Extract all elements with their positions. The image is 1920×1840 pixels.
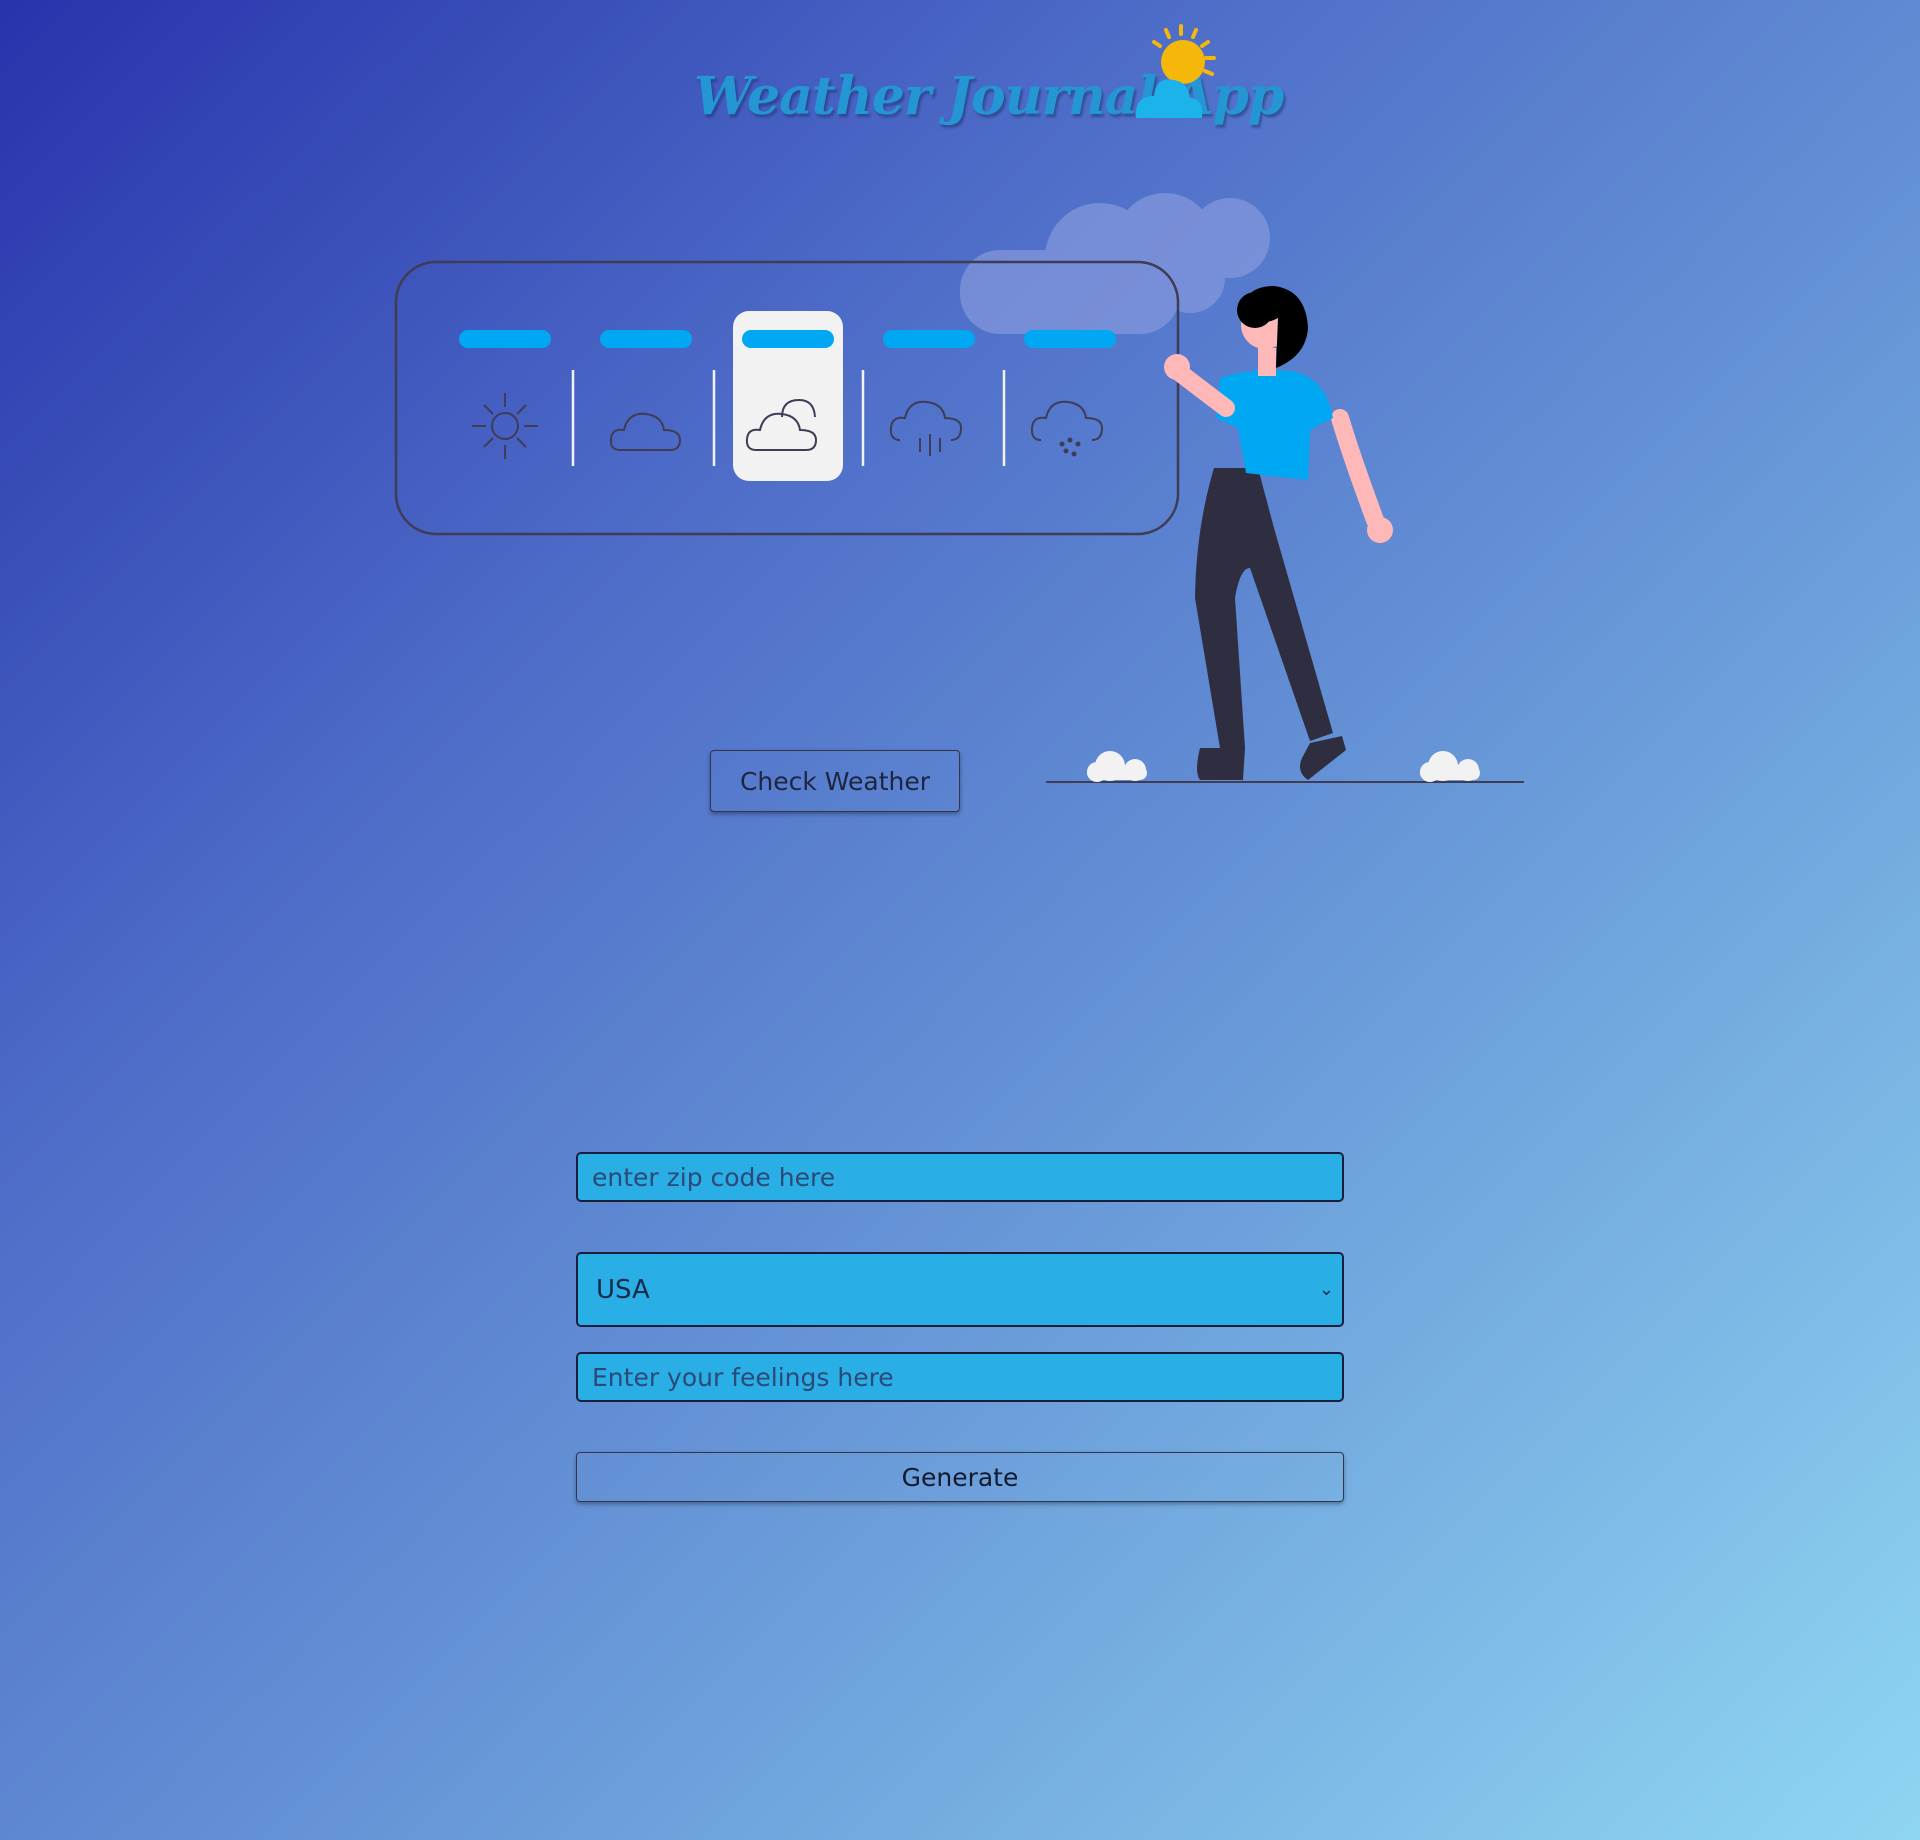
country-selected-value: USA: [596, 1274, 650, 1305]
country-select[interactable]: USA ⌄: [576, 1252, 1344, 1327]
background-cloud: [960, 193, 1270, 334]
ground-cloud-left: [1087, 751, 1147, 782]
sun-behind-cloud-icon: [1135, 24, 1216, 118]
ground-cloud-right: [1420, 751, 1480, 782]
sun-icon: [472, 393, 538, 459]
zip-input[interactable]: enter zip code here: [576, 1152, 1344, 1202]
generate-button[interactable]: Generate: [576, 1452, 1344, 1502]
app-header: Weather Journal App: [0, 20, 1920, 130]
chevron-down-icon: ⌄: [1318, 1279, 1334, 1300]
zip-placeholder: enter zip code here: [592, 1162, 836, 1192]
cloud-icon: [609, 412, 682, 451]
hero-illustration: [394, 193, 1524, 783]
woman-figure: [1164, 286, 1393, 780]
hail-cloud-icon: [1030, 400, 1104, 457]
feelings-placeholder: Enter your feelings here: [592, 1362, 894, 1392]
check-weather-button[interactable]: Check Weather: [710, 750, 960, 812]
rain-cloud-icon: [889, 400, 963, 456]
feelings-input[interactable]: Enter your feelings here: [576, 1352, 1344, 1402]
